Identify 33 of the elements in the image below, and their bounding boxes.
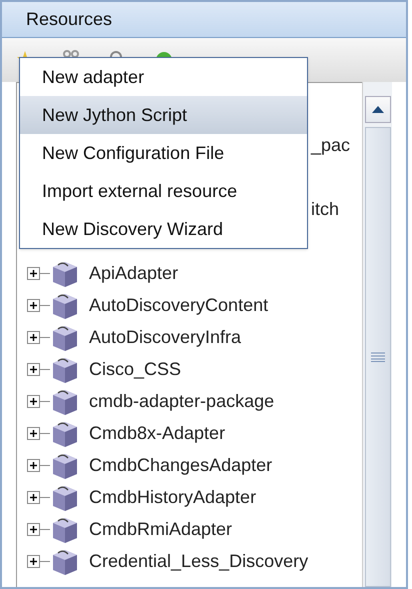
plus-icon[interactable] <box>27 298 40 312</box>
tree-item-label[interactable]: CmdbHistoryAdapter <box>89 484 256 510</box>
panel-title: Resources <box>2 2 406 38</box>
plus-icon[interactable] <box>27 426 40 440</box>
plus-icon[interactable] <box>27 362 40 376</box>
menu-item[interactable]: New Discovery Wizard <box>20 210 307 248</box>
plus-icon[interactable] <box>27 554 40 568</box>
plus-icon[interactable] <box>27 490 40 504</box>
tree-item-label[interactable]: Credential_Less_Discovery <box>89 548 308 574</box>
tree-item-label[interactable]: _pac <box>311 132 350 158</box>
tree-item-label[interactable]: AutoDiscoveryContent <box>89 292 268 318</box>
scroll-up-button[interactable] <box>364 96 390 123</box>
tree-item-label[interactable]: cmdb-adapter-package <box>89 388 274 414</box>
menu-item[interactable]: New Configuration File <box>20 134 307 172</box>
menu-item[interactable]: New Jython Script <box>20 96 307 134</box>
tree-item-label[interactable]: itch <box>311 196 340 222</box>
grip-icon <box>370 352 384 362</box>
plus-icon[interactable] <box>27 330 40 344</box>
tree-item-label[interactable]: CmdbRmiAdapter <box>89 516 232 542</box>
plus-icon[interactable] <box>27 522 40 536</box>
tree-item-label[interactable]: Cmdb8x-Adapter <box>89 420 226 446</box>
plus-icon[interactable] <box>27 266 40 280</box>
plus-icon[interactable] <box>27 394 40 408</box>
tree-item-label[interactable]: Cisco_CSS <box>89 356 182 382</box>
tree-item-label[interactable]: AutoDiscoveryInfra <box>89 324 242 350</box>
up-arrow-icon <box>372 106 384 113</box>
menu-item[interactable]: New adapter <box>20 58 307 96</box>
plus-icon[interactable] <box>27 458 40 472</box>
scrollbar[interactable] <box>362 82 392 587</box>
tree-item-label[interactable]: CmdbChangesAdapter <box>89 452 272 478</box>
menu-item[interactable]: Import external resource <box>20 172 307 210</box>
tree-item-label[interactable]: ApiAdapter <box>89 260 178 286</box>
scroll-thumb[interactable] <box>364 127 390 587</box>
